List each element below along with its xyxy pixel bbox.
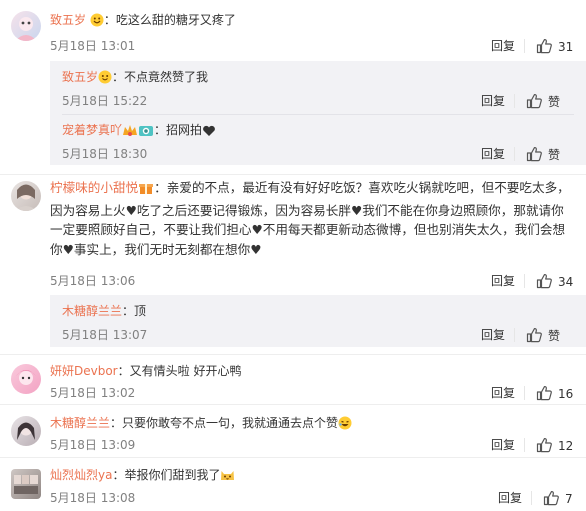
smile-emoji-icon: [90, 13, 104, 31]
commenter-name[interactable]: 木糖醇兰兰: [50, 416, 110, 430]
like-button[interactable]: 赞: [526, 327, 560, 344]
comment-time: 5月18日 13:02: [50, 386, 136, 400]
camera-emoji-icon: [138, 123, 154, 141]
like-count: 12: [558, 439, 574, 453]
reply-button[interactable]: 回复: [498, 490, 522, 506]
thumb-up-icon: [536, 38, 552, 54]
heart-emoji-icon: [98, 70, 112, 88]
divider: [524, 386, 525, 400]
divider: [0, 457, 586, 458]
like-count: 34: [558, 275, 574, 289]
reply-text: ：顶: [122, 304, 147, 318]
thumb-up-icon: [536, 273, 552, 289]
comment-time: 5月18日 13:01: [50, 39, 136, 53]
divider: [514, 328, 515, 342]
like-label: 赞: [548, 95, 561, 109]
divider: [531, 491, 532, 505]
commenter-name[interactable]: 灿烈灿烈ya: [50, 468, 112, 482]
thumb-up-icon: [536, 385, 552, 401]
avatar[interactable]: [11, 364, 41, 394]
like-label: 赞: [548, 329, 561, 343]
cat-emoji-icon: [220, 468, 235, 486]
divider: [524, 438, 525, 452]
like-button[interactable]: 赞: [526, 146, 560, 163]
like-count: 16: [558, 387, 574, 401]
like-button[interactable]: 34: [536, 273, 573, 290]
reply-text: ：不点竟然赞了我: [112, 70, 209, 84]
divider: [524, 274, 525, 288]
reply-time: 5月18日 15:22: [62, 94, 148, 108]
reply-time: 5月18日 13:07: [62, 328, 148, 342]
reply-button[interactable]: 回复: [481, 327, 505, 343]
laughing-emoji-icon: [338, 416, 352, 434]
gift-emoji-icon: [138, 181, 154, 201]
thumb-up-icon: [526, 327, 542, 343]
divider: [0, 354, 586, 355]
reply-button[interactable]: 回复: [491, 38, 515, 54]
replier-name[interactable]: 宠着梦真吖: [62, 123, 122, 137]
divider: [0, 174, 586, 175]
comment-time: 5月18日 13:06: [50, 274, 136, 288]
reply-time: 5月18日 18:30: [62, 147, 148, 161]
reply-text: ：招网拍: [154, 123, 203, 137]
replier-name[interactable]: 木糖醇兰兰: [62, 304, 122, 318]
thumb-up-icon: [526, 93, 542, 109]
crown-emoji-icon: [122, 123, 138, 141]
comment-text: ：只要你敢夸不点一句，我就通通去点个赞: [110, 416, 339, 430]
like-button[interactable]: 16: [536, 385, 573, 402]
reply-button[interactable]: 回复: [491, 385, 515, 401]
like-count: 7: [565, 492, 573, 506]
avatar[interactable]: [11, 469, 41, 499]
reply-button[interactable]: 回复: [481, 93, 505, 109]
commenter-name[interactable]: 妍妍Devbor: [50, 364, 118, 378]
avatar[interactable]: [11, 416, 41, 446]
reply-list: 木糖醇兰兰：顶 5月18日 13:07 回复 赞: [50, 295, 586, 347]
divider: [514, 147, 515, 161]
divider: [0, 404, 586, 405]
heart-icon: [202, 125, 216, 141]
thumb-up-icon: [536, 437, 552, 453]
commenter-name[interactable]: 柠檬味的小甜悦: [50, 180, 138, 195]
comment-time: 5月18日 13:09: [50, 438, 136, 452]
like-button[interactable]: 31: [536, 38, 573, 55]
divider: [62, 114, 574, 115]
comment-time: 5月18日 13:08: [50, 491, 136, 505]
reply-list: 致五岁 ：不点竟然赞了我 5月18日 15:22 回复 赞 宠着梦真吖 ：招网拍 5…: [50, 61, 586, 165]
divider: [514, 94, 515, 108]
comment-text: ：吃这么甜的糖牙又疼了: [103, 13, 236, 27]
thumb-up-icon: [526, 146, 542, 162]
like-label: 赞: [548, 148, 561, 162]
commenter-name[interactable]: 致五岁: [50, 13, 86, 27]
avatar[interactable]: [11, 11, 41, 41]
divider: [524, 39, 525, 53]
reply-button[interactable]: 回复: [491, 437, 515, 453]
avatar[interactable]: [11, 181, 41, 211]
like-button[interactable]: 7: [543, 490, 573, 507]
reply-button[interactable]: 回复: [491, 273, 515, 289]
like-button[interactable]: 赞: [526, 93, 560, 110]
replier-name[interactable]: 致五岁: [62, 70, 98, 84]
comment-text: ：举报你们甜到我了: [112, 468, 221, 482]
thumb-up-icon: [543, 490, 559, 506]
like-count: 31: [558, 40, 574, 54]
like-button[interactable]: 12: [536, 437, 573, 454]
reply-button[interactable]: 回复: [481, 146, 505, 162]
comment-text: ：又有情头啦 好开心鸭: [117, 364, 242, 378]
